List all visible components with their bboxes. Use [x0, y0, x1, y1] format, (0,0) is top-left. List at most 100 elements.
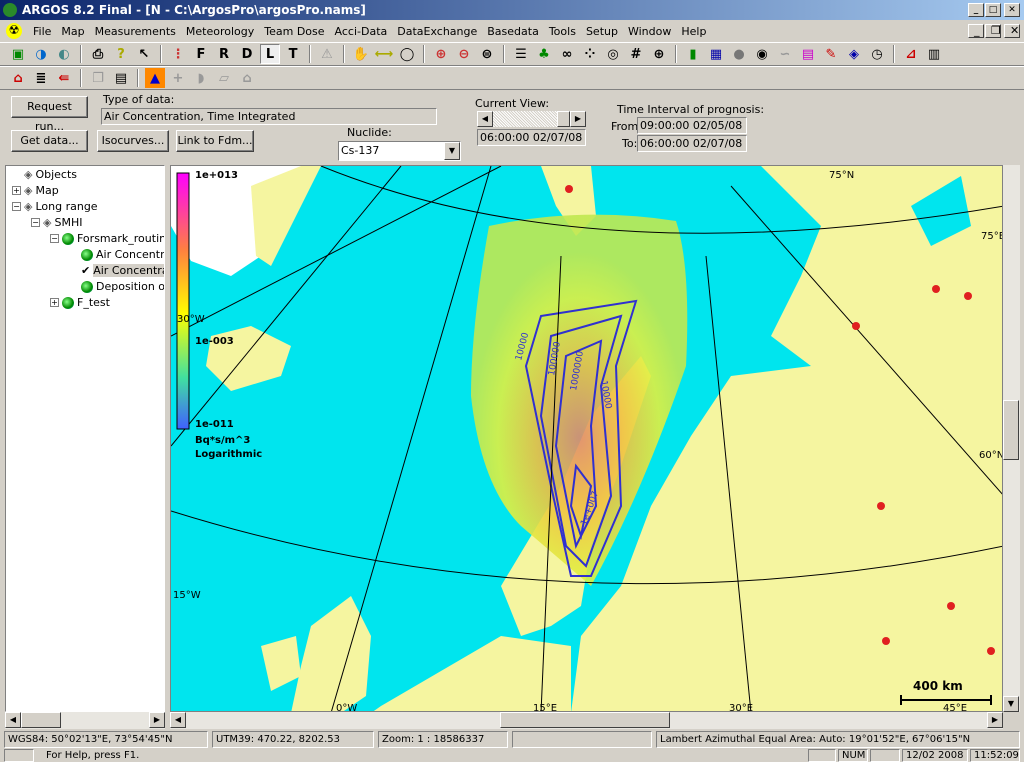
mdi-restore-button[interactable]: ❐ [985, 24, 1001, 38]
tree-item[interactable]: − Forsmark_routine [50, 232, 164, 245]
binoculars-icon[interactable]: ∞ [557, 44, 577, 64]
mdi-close-button[interactable]: ✕ [1004, 24, 1020, 38]
tool-f-button[interactable]: F [191, 44, 211, 64]
context-help-icon[interactable]: ↖ [134, 44, 154, 64]
expand-toggle[interactable]: − [31, 218, 40, 227]
monitor-icon[interactable]: ▦ [706, 44, 726, 64]
scroll-down-button[interactable]: ▼ [1003, 696, 1019, 712]
menu-file[interactable]: File [28, 25, 56, 38]
layers-select-icon[interactable]: ⋮ [168, 44, 188, 64]
menu-tools[interactable]: Tools [544, 25, 581, 38]
map-canvas[interactable]: 1e+013 1e-003 1e-011 Bq*s/m^3 Logarithmi… [171, 166, 1003, 712]
shape-icon[interactable]: ◗ [191, 68, 211, 88]
tool-t-button[interactable]: T [283, 44, 303, 64]
tool-r-button[interactable]: R [214, 44, 234, 64]
slider-thumb[interactable] [557, 111, 570, 127]
measure-icon[interactable]: ⟷ [374, 44, 394, 64]
copy-icon[interactable]: ❐ [88, 68, 108, 88]
help-icon[interactable]: ? [111, 44, 131, 64]
pen-icon[interactable]: ✎ [821, 44, 841, 64]
menu-dataexchange[interactable]: DataExchange [392, 25, 482, 38]
expand-toggle[interactable]: + [50, 298, 59, 307]
menu-meteorology[interactable]: Meteorology [181, 25, 259, 38]
menu-setup[interactable]: Setup [581, 25, 623, 38]
tree-item[interactable]: Deposition or [69, 280, 164, 293]
menu-help[interactable]: Help [676, 25, 711, 38]
grid-icon[interactable]: # [626, 44, 646, 64]
maximize-button[interactable]: □ [985, 3, 1001, 17]
tree-item[interactable]: + F_test [50, 296, 110, 309]
chevron-down-icon[interactable]: ▼ [444, 142, 460, 160]
page-icon[interactable]: ▱ [214, 68, 234, 88]
shapes-icon[interactable]: ◈ [844, 44, 864, 64]
document-icon[interactable]: ▤ [111, 68, 131, 88]
slider-right-button[interactable]: ▶ [570, 111, 586, 127]
mdi-minimize-button[interactable]: _ [968, 24, 984, 38]
link-icon[interactable]: ∽ [775, 44, 795, 64]
tree-item[interactable]: − ◈ Long range [12, 200, 98, 213]
tree-scroll-thumb[interactable] [21, 712, 61, 728]
tool-d-button[interactable]: D [237, 44, 257, 64]
expand-toggle[interactable]: − [12, 202, 21, 211]
clock-icon[interactable]: ◷ [867, 44, 887, 64]
tree-item[interactable]: ✔ Air Concentra [69, 264, 164, 277]
request-run-button[interactable]: Request run... [11, 96, 88, 133]
camera-icon[interactable]: ▣ [8, 44, 28, 64]
menu-basedata[interactable]: Basedata [482, 25, 544, 38]
station-icon[interactable]: ▮ [683, 44, 703, 64]
chart-icon[interactable]: ⊿ [901, 44, 921, 64]
tree-item[interactable]: ◈ Objects [12, 168, 77, 181]
tool-l-button[interactable]: L [260, 44, 280, 64]
triangle-layer-icon[interactable]: ▲ [145, 68, 165, 88]
home-icon[interactable]: ⌂ [237, 68, 257, 88]
circle-icon[interactable]: ◎ [603, 44, 623, 64]
get-data-button[interactable]: Get data... [11, 130, 88, 152]
current-view-slider[interactable]: ◀ ▶ [477, 111, 586, 127]
link-to-fdm-button[interactable]: Link to Fdm... [176, 130, 254, 152]
zoom-out-icon[interactable]: ⊖ [454, 44, 474, 64]
lasso-icon[interactable]: ◯ [397, 44, 417, 64]
legend-icon[interactable]: ☰ [511, 44, 531, 64]
tree-icon[interactable]: ♣ [534, 44, 554, 64]
nuclide-select[interactable]: Cs-137 ▼ [338, 141, 461, 161]
target-icon[interactable]: ◉ [752, 44, 772, 64]
house-arrow-icon[interactable]: ⌂ [8, 68, 28, 88]
print-icon[interactable]: ⎙ [88, 44, 108, 64]
expand-toggle[interactable]: − [50, 234, 59, 243]
menu-team-dose[interactable]: Team Dose [259, 25, 329, 38]
tree-scroll-right-button[interactable]: ▶ [149, 712, 165, 728]
import-icon[interactable]: ⇚ [54, 68, 74, 88]
menu-measurements[interactable]: Measurements [90, 25, 181, 38]
close-button[interactable]: ✕ [1004, 3, 1020, 17]
globe-icon[interactable]: ◑ [31, 44, 51, 64]
tree-item[interactable]: + ◈ Map [12, 184, 59, 197]
dots-icon[interactable]: ⁘ [580, 44, 600, 64]
menu-acci-data[interactable]: Acci-Data [330, 25, 393, 38]
vertical-scroll-thumb[interactable] [1003, 400, 1019, 460]
tree-item[interactable]: Air Concentra [69, 248, 164, 261]
zoom-in-icon[interactable]: ⊕ [431, 44, 451, 64]
map-view[interactable]: 1e+013 1e-003 1e-011 Bq*s/m^3 Logarithmi… [170, 165, 1003, 712]
expand-toggle[interactable]: + [12, 186, 21, 195]
tree-horizontal-scrollbar[interactable]: ◀ ▶ [5, 712, 165, 729]
isocurves-button[interactable]: Isocurves... [97, 130, 169, 152]
record-icon[interactable]: ● [729, 44, 749, 64]
minimize-button[interactable]: _ [968, 3, 984, 17]
map-scroll-right-button[interactable]: ▶ [987, 712, 1003, 728]
menu-map[interactable]: Map [56, 25, 89, 38]
vertical-scrollbar[interactable]: ▼ [1003, 165, 1020, 712]
palette-icon[interactable]: ▤ [798, 44, 818, 64]
zoom-previous-icon[interactable]: ⊜ [477, 44, 497, 64]
tree-scroll-left-button[interactable]: ◀ [5, 712, 21, 728]
gradient-icon[interactable]: ▥ [924, 44, 944, 64]
pan-hand-icon[interactable]: ✋ [351, 44, 371, 64]
map-scroll-left-button[interactable]: ◀ [170, 712, 186, 728]
database-icon[interactable]: ≣ [31, 68, 51, 88]
map-scroll-thumb[interactable] [500, 712, 670, 728]
slider-left-button[interactable]: ◀ [477, 111, 493, 127]
plus-icon[interactable]: + [168, 68, 188, 88]
menu-window[interactable]: Window [623, 25, 676, 38]
globe-house-icon[interactable]: ◐ [54, 44, 74, 64]
map-horizontal-scrollbar[interactable]: ◀ ▶ [170, 712, 1003, 729]
tree-item[interactable]: − ◈ SMHI [31, 216, 82, 229]
